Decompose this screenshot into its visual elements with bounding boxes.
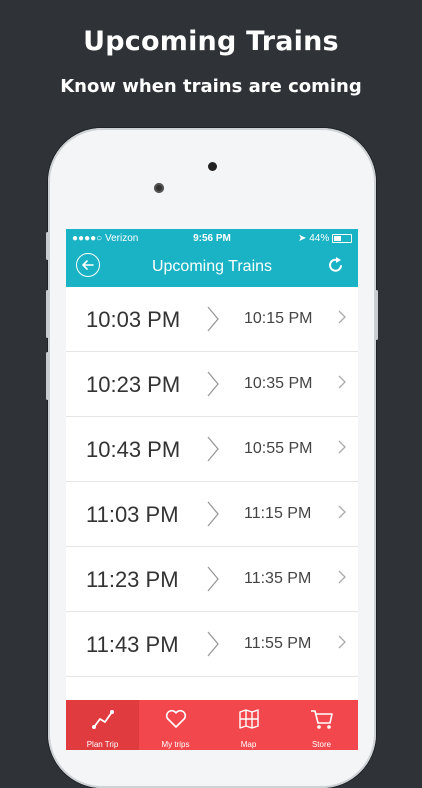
status-right: ➤ 44% bbox=[298, 233, 352, 244]
chevron-right-icon bbox=[207, 371, 219, 397]
phone-volume-down bbox=[46, 352, 49, 400]
depart-time: 10:03 PM bbox=[86, 307, 181, 332]
promo-subtitle: Know when trains are coming bbox=[60, 76, 362, 97]
app-screen: ●●●●○ Verizon 9:56 PM ➤ 44% Upcoming Tra… bbox=[66, 229, 358, 750]
page-title: Upcoming Trains bbox=[151, 258, 273, 275]
train-row[interactable]: 10:43 PM 10:55 PM bbox=[66, 417, 358, 482]
plan-trip-icon bbox=[91, 710, 114, 729]
phone-camera bbox=[154, 183, 164, 193]
arrive-time: 10:15 PM bbox=[244, 310, 313, 327]
phone-power-button bbox=[375, 290, 378, 340]
phone-speaker bbox=[208, 162, 217, 171]
tab-map[interactable]: Map bbox=[212, 700, 285, 750]
disclosure-icon bbox=[338, 570, 346, 584]
arrive-time: 11:55 PM bbox=[244, 635, 312, 652]
refresh-icon bbox=[329, 257, 342, 272]
depart-time: 11:23 PM bbox=[86, 567, 179, 592]
battery-icon bbox=[332, 233, 352, 243]
chevron-right-icon bbox=[207, 566, 219, 592]
map-icon bbox=[238, 709, 259, 729]
tab-label: Store bbox=[311, 740, 332, 749]
train-list: 10:03 PM 10:15 PM 10:23 PM 10:35 PM 10:4… bbox=[66, 287, 358, 677]
chevron-right-icon bbox=[207, 501, 219, 527]
arrive-time: 10:55 PM bbox=[244, 440, 313, 457]
depart-time: 11:43 PM bbox=[86, 632, 179, 657]
arrive-time: 10:35 PM bbox=[244, 375, 313, 392]
tab-store[interactable]: Store bbox=[285, 700, 358, 750]
train-row[interactable]: 10:23 PM 10:35 PM bbox=[66, 352, 358, 417]
disclosure-icon bbox=[338, 375, 346, 389]
disclosure-icon bbox=[338, 635, 346, 649]
location-icon: ➤ bbox=[298, 233, 307, 244]
tab-label: My trips bbox=[161, 740, 190, 749]
disclosure-icon bbox=[338, 440, 346, 454]
cart-icon bbox=[310, 710, 333, 729]
train-row[interactable]: 11:43 PM 11:55 PM bbox=[66, 612, 358, 677]
refresh-button[interactable] bbox=[326, 255, 346, 275]
tab-my-trips[interactable]: My trips bbox=[139, 700, 212, 750]
phone-side-button bbox=[46, 232, 49, 260]
tab-label: Map bbox=[240, 740, 257, 749]
depart-time: 10:43 PM bbox=[86, 437, 181, 462]
nav-bar: Upcoming Trains bbox=[66, 249, 358, 287]
arrive-time: 11:35 PM bbox=[244, 570, 312, 587]
disclosure-icon bbox=[338, 505, 346, 519]
tab-plan-trip[interactable]: Plan Trip bbox=[66, 700, 139, 750]
status-bar: ●●●●○ Verizon 9:56 PM ➤ 44% bbox=[66, 229, 358, 249]
arrive-time: 11:15 PM bbox=[244, 505, 312, 522]
chevron-right-icon bbox=[207, 306, 219, 332]
disclosure-icon bbox=[338, 310, 346, 324]
phone-volume-up bbox=[46, 290, 49, 338]
tab-bar: Plan Trip My trips Map Store bbox=[66, 700, 358, 750]
depart-time: 10:23 PM bbox=[86, 372, 181, 397]
depart-time: 11:03 PM bbox=[86, 502, 179, 527]
train-row[interactable]: 11:23 PM 11:35 PM bbox=[66, 547, 358, 612]
heart-icon bbox=[165, 709, 186, 728]
chevron-right-icon bbox=[207, 631, 219, 657]
battery-percent: 44% bbox=[309, 233, 330, 244]
tab-label: Plan Trip bbox=[86, 740, 119, 749]
promo-title: Upcoming Trains bbox=[83, 26, 339, 57]
train-row[interactable]: 11:03 PM 11:15 PM bbox=[66, 482, 358, 547]
chevron-right-icon bbox=[207, 436, 219, 462]
train-row[interactable]: 10:03 PM 10:15 PM bbox=[66, 287, 358, 352]
